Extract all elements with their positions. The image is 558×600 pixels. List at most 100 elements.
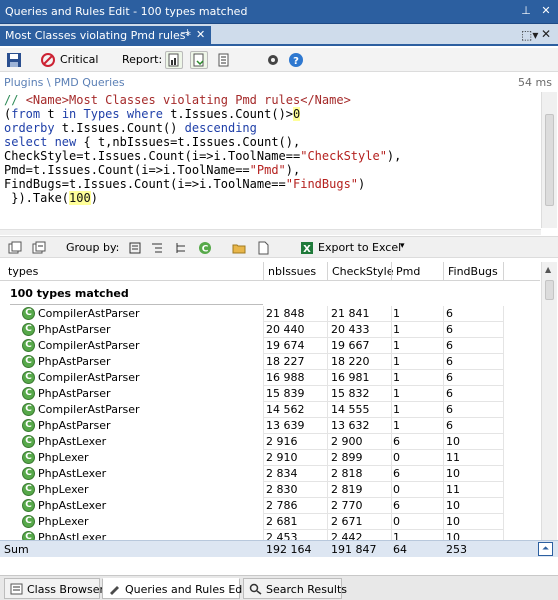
close-icon[interactable]: ✕ xyxy=(539,4,553,18)
scroll-up-icon[interactable]: ▲ xyxy=(545,265,551,274)
row-cells-background xyxy=(263,514,503,530)
table-row[interactable]: C CompilerAstParser 14 562 14 555 1 6 xyxy=(0,402,540,418)
export-to-excel-button[interactable]: X Export to Excel ▾ xyxy=(296,238,410,257)
column-header-nbissues[interactable]: nbIssues xyxy=(268,265,316,278)
collapse-all-icon[interactable] xyxy=(32,241,46,255)
results-table-header: types nbIssues CheckStyle Pmd FindBugs xyxy=(0,262,540,281)
table-row[interactable]: C PhpAstLexer 2 786 2 770 6 10 xyxy=(0,498,540,514)
class-type-icon: C xyxy=(22,483,35,496)
type-name[interactable]: CompilerAstParser xyxy=(38,371,140,384)
group-by-namespace-icon[interactable] xyxy=(150,241,164,255)
document-tab[interactable]: Most Classes violating Pmd rules* ⊣ ✕ xyxy=(0,26,211,46)
column-header-types[interactable]: types xyxy=(8,265,38,278)
table-row[interactable]: C PhpAstParser 13 639 13 632 1 6 xyxy=(0,418,540,434)
code-line-5: CheckStyle=t.Issues.Count(i=>i.ToolName=… xyxy=(4,149,402,163)
class-type-icon: C xyxy=(22,371,35,384)
nbissues-cell: 2 830 xyxy=(266,483,298,496)
column-header-checkstyle[interactable]: CheckStyle xyxy=(332,265,393,278)
sum-findbugs: 253 xyxy=(446,543,467,556)
findbugs-cell: 10 xyxy=(446,467,460,480)
save-icon[interactable] xyxy=(6,51,22,69)
checkstyle-cell: 2 442 xyxy=(331,531,363,540)
class-type-icon: C xyxy=(22,355,35,368)
pmd-cell: 1 xyxy=(393,371,400,384)
table-row[interactable]: C PhpAstParser 20 440 20 433 1 6 xyxy=(0,322,540,338)
type-name[interactable]: PhpAstParser xyxy=(38,323,111,336)
type-name[interactable]: PhpAstLexer xyxy=(38,499,106,512)
type-name[interactable]: PhpAstParser xyxy=(38,419,111,432)
table-row[interactable]: C CompilerAstParser 19 674 19 667 1 6 xyxy=(0,338,540,354)
tab-close-icon[interactable]: ✕ xyxy=(196,28,205,41)
results-scroll-thumb[interactable] xyxy=(545,280,554,300)
report-list-icon[interactable] xyxy=(216,51,232,69)
nbissues-cell: 2 453 xyxy=(266,531,298,540)
pmd-cell: 1 xyxy=(393,307,400,320)
window-title-bar: Queries and Rules Edit - 100 types match… xyxy=(0,0,558,24)
group-by-tree-icon[interactable] xyxy=(174,241,188,255)
class-type-icon: C xyxy=(22,323,35,336)
table-row[interactable]: C PhpLexer 2 910 2 899 0 11 xyxy=(0,450,540,466)
type-name[interactable]: CompilerAstParser xyxy=(38,339,140,352)
pmd-cell: 1 xyxy=(393,403,400,416)
table-row[interactable]: C CompilerAstParser 21 848 21 841 1 6 xyxy=(0,306,540,322)
settings-gear-icon[interactable] xyxy=(265,51,281,69)
results-vertical-scrollbar[interactable]: ▲ xyxy=(541,262,557,540)
pmd-cell: 6 xyxy=(393,499,400,512)
pmd-cell: 1 xyxy=(393,387,400,400)
type-name[interactable]: CompilerAstParser xyxy=(38,403,140,416)
table-row[interactable]: C PhpLexer 2 830 2 819 0 11 xyxy=(0,482,540,498)
critical-icon[interactable] xyxy=(40,51,56,69)
code-vertical-scrollbar[interactable] xyxy=(541,92,557,228)
table-row[interactable]: C PhpAstLexer 2 453 2 442 1 10 xyxy=(0,530,540,540)
checkstyle-cell: 14 555 xyxy=(331,403,370,416)
group-by-type-icon[interactable]: C xyxy=(198,241,212,255)
code-line-2: (from t in Types where t.Issues.Count()>… xyxy=(4,107,301,121)
tab-queries-and-rules-edit[interactable]: Queries and Rules Edit xyxy=(102,578,250,599)
column-header-pmd[interactable]: Pmd xyxy=(396,265,420,278)
group-by-assembly-icon[interactable] xyxy=(128,241,142,255)
collapse-sum-icon[interactable]: ⏶ xyxy=(538,542,553,556)
export-to-excel-label: Export to Excel xyxy=(318,241,402,254)
query-code-editor[interactable]: // <Name>Most Classes violating Pmd rule… xyxy=(0,92,540,228)
type-name[interactable]: PhpLexer xyxy=(38,451,89,464)
pin-icon[interactable]: ⊥ xyxy=(519,4,533,18)
help-icon[interactable]: ? xyxy=(288,51,304,69)
tab-strip-close-icon[interactable]: ✕ xyxy=(541,27,551,41)
dropdown-arrow-icon: ▾ xyxy=(400,241,405,251)
tab-search-results[interactable]: Search Results xyxy=(243,578,347,599)
table-row[interactable]: C PhpAstParser 18 227 18 220 1 6 xyxy=(0,354,540,370)
report-export-icon xyxy=(193,53,204,67)
breadcrumb[interactable]: Plugins \ PMD Queries xyxy=(4,76,125,89)
report-export-button[interactable] xyxy=(190,51,208,69)
type-name[interactable]: PhpAstParser xyxy=(38,355,111,368)
column-header-findbugs[interactable]: FindBugs xyxy=(448,265,498,278)
type-name[interactable]: CompilerAstParser xyxy=(38,307,140,320)
pmd-cell: 0 xyxy=(393,451,400,464)
table-row[interactable]: C PhpAstLexer 2 834 2 818 6 10 xyxy=(0,466,540,482)
findbugs-cell: 6 xyxy=(446,419,453,432)
table-row[interactable]: C PhpAstLexer 2 916 2 900 6 10 xyxy=(0,434,540,450)
class-type-icon: C xyxy=(22,467,35,480)
type-name[interactable]: PhpAstLexer xyxy=(38,531,106,540)
type-name[interactable]: PhpAstParser xyxy=(38,387,111,400)
pmd-cell: 1 xyxy=(393,323,400,336)
expand-all-icon[interactable] xyxy=(8,241,22,255)
report-html-button[interactable] xyxy=(165,51,183,69)
class-type-icon: C xyxy=(22,435,35,448)
code-horizontal-scrollbar[interactable] xyxy=(0,229,541,235)
type-name[interactable]: PhpLexer xyxy=(38,483,89,496)
file-icon[interactable] xyxy=(256,241,270,255)
tab-pin-icon[interactable]: ⊣ xyxy=(180,28,189,39)
table-row[interactable]: C PhpAstParser 15 839 15 832 1 6 xyxy=(0,386,540,402)
tab-list-dropdown-icon[interactable]: ⬚▾ xyxy=(521,28,538,42)
critical-button-label[interactable]: Critical xyxy=(60,53,98,71)
table-row[interactable]: C CompilerAstParser 16 988 16 981 1 6 xyxy=(0,370,540,386)
table-row[interactable]: C PhpLexer 2 681 2 671 0 10 xyxy=(0,514,540,530)
type-name[interactable]: PhpAstLexer xyxy=(38,435,106,448)
tab-class-browser[interactable]: Class Browser xyxy=(4,578,104,599)
type-name[interactable]: PhpAstLexer xyxy=(38,467,106,480)
code-scroll-thumb[interactable] xyxy=(545,114,554,206)
folder-icon[interactable] xyxy=(232,241,246,255)
results-group-header[interactable]: 100 types matched xyxy=(0,282,263,304)
type-name[interactable]: PhpLexer xyxy=(38,515,89,528)
